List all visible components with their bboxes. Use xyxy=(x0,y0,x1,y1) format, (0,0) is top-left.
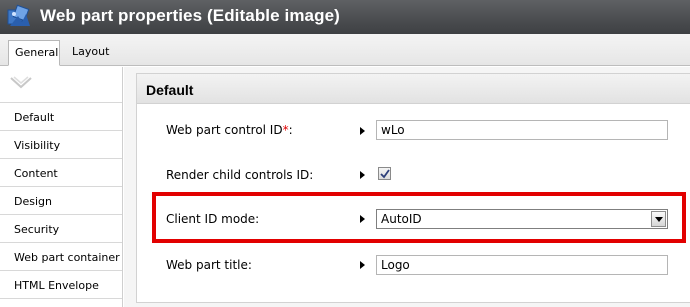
sidebar-item-content[interactable]: Content xyxy=(0,159,122,187)
tab-strip: General Layout xyxy=(0,34,690,66)
web-part-title-label: Web part title: xyxy=(166,258,252,272)
chevron-down-icon xyxy=(10,76,32,89)
web-part-icon xyxy=(7,4,30,26)
render-child-label: Render child controls ID: xyxy=(166,168,314,182)
tab-layout[interactable]: Layout xyxy=(66,40,115,66)
checkmark-icon xyxy=(380,169,390,179)
sidebar-collapse-toggle[interactable] xyxy=(0,67,122,103)
panel-title: Default xyxy=(137,74,690,104)
sidebar-item-visibility[interactable]: Visibility xyxy=(0,131,122,159)
sidebar-item-web-part-container[interactable]: Web part container xyxy=(0,243,122,271)
sidebar-item-html-envelope[interactable]: HTML Envelope xyxy=(0,271,122,299)
sidebar-item-security[interactable]: Security xyxy=(0,215,122,243)
highlight-box xyxy=(152,192,686,243)
control-id-input[interactable]: wLo xyxy=(376,120,668,140)
title-bar: Web part properties (Editable image) xyxy=(0,0,690,34)
category-sidebar: Default Visibility Content Design Securi… xyxy=(0,67,123,307)
web-part-title-input[interactable]: Logo xyxy=(376,255,668,275)
sidebar-item-default[interactable]: Default xyxy=(0,103,122,131)
arrow-right-icon xyxy=(360,127,365,135)
sidebar-item-design[interactable]: Design xyxy=(0,187,122,215)
tab-general[interactable]: General xyxy=(8,40,60,66)
window-title: Web part properties (Editable image) xyxy=(40,6,340,25)
arrow-right-icon xyxy=(360,171,365,179)
arrow-right-icon xyxy=(360,261,365,269)
render-child-checkbox[interactable] xyxy=(378,167,391,180)
control-id-label: Web part control ID*: xyxy=(166,123,293,137)
